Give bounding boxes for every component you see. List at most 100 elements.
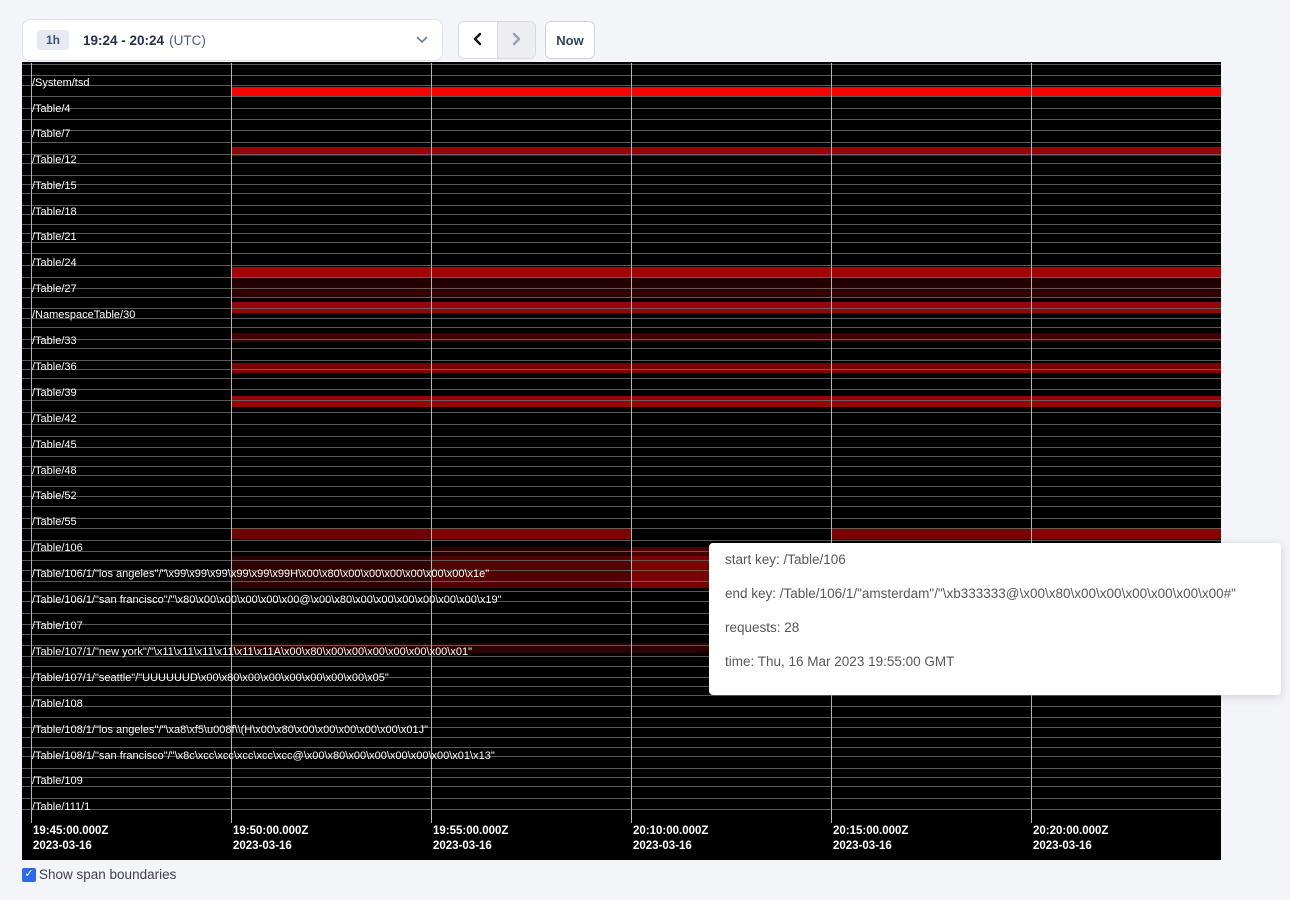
span-boundary-line — [22, 486, 1221, 487]
heatmap-band — [231, 277, 1221, 287]
span-boundary-line — [22, 475, 1221, 476]
heatmap-row-label: /Table/39 — [32, 387, 77, 400]
span-boundary-line — [22, 436, 1221, 437]
show-span-boundaries-label: Show span boundaries — [39, 867, 176, 882]
key-visualizer-canvas[interactable]: /System/tsd/Table/4/Table/7/Table/12/Tab… — [22, 62, 1221, 860]
time-gridline — [831, 63, 832, 823]
span-boundary-line — [22, 288, 1221, 289]
span-boundary-line — [22, 119, 1221, 120]
span-boundary-line — [22, 142, 1221, 143]
time-range-duration-badge: 1h — [37, 30, 69, 50]
show-span-boundaries-row: ✓ Show span boundaries — [22, 867, 176, 882]
span-boundary-line — [22, 777, 1221, 778]
x-axis-date: 2023-03-16 — [433, 839, 508, 854]
x-axis-label: 19:45:00.000Z2023-03-16 — [33, 824, 108, 854]
tooltip-requests: requests: 28 — [725, 611, 1265, 645]
span-boundary-line — [22, 456, 1221, 457]
heatmap-row-label: /System/tsd — [32, 77, 89, 90]
x-axis-label: 20:15:00.000Z2023-03-16 — [833, 824, 908, 854]
heatmap-row-label: /Table/21 — [32, 231, 77, 244]
heatmap-row-label: /Table/18 — [32, 206, 77, 219]
heatmap-row-label: /Table/108/1/"los angeles"/"\xa8\xf5\u00… — [32, 724, 428, 737]
heatmap-band — [1031, 528, 1221, 539]
heatmap-row-label: /Table/107/1/"seattle"/"UUUUUUD\x00\x80\… — [32, 672, 389, 685]
heatmap-row-label: /Table/33 — [32, 335, 77, 348]
span-boundary-line — [22, 424, 1221, 425]
span-boundary-line — [22, 224, 1221, 225]
span-boundary-line — [22, 389, 1221, 390]
span-boundary-line — [22, 308, 1221, 309]
heatmap-row-label: /Table/52 — [32, 490, 77, 503]
next-window-button[interactable] — [497, 22, 536, 58]
span-boundary-line — [22, 447, 1221, 448]
span-boundary-line — [22, 96, 1221, 97]
span-boundary-line — [22, 528, 1221, 529]
span-boundary-line — [22, 747, 1221, 748]
span-boundary-line — [22, 277, 1221, 278]
span-boundary-line — [22, 214, 1221, 215]
heatmap-row-label: /Table/7 — [32, 128, 71, 141]
x-axis-time: 20:15:00.000Z — [833, 824, 908, 839]
span-boundary-line — [22, 154, 1221, 155]
span-boundary-line — [22, 184, 1221, 185]
heatmap-row-label: /Table/107/1/"new york"/"\x11\x11\x11\x1… — [32, 646, 472, 659]
span-boundary-line — [22, 175, 1221, 176]
heatmap-row-label: /Table/24 — [32, 257, 77, 270]
heatmap-row-label: /Table/48 — [32, 465, 77, 478]
now-button[interactable]: Now — [545, 21, 595, 59]
span-boundary-line — [22, 518, 1221, 519]
time-gridline — [631, 63, 632, 823]
heatmap-row-label: /NamespaceTable/30 — [32, 309, 135, 322]
heatmap-row-label: /Table/109 — [32, 775, 83, 788]
span-boundary-line — [22, 540, 1221, 541]
span-boundary-line — [22, 130, 1221, 131]
span-boundary-line — [22, 786, 1221, 787]
time-window-nav — [458, 21, 536, 59]
x-axis-time: 20:10:00.000Z — [633, 824, 708, 839]
x-axis-label: 19:55:00.000Z2023-03-16 — [433, 824, 508, 854]
span-boundary-line — [22, 327, 1221, 328]
heatmap-row-label: /Table/106 — [32, 542, 83, 555]
x-axis-date: 2023-03-16 — [33, 839, 108, 854]
span-boundary-line — [22, 339, 1221, 340]
span-boundary-line — [22, 242, 1221, 243]
x-axis-date: 2023-03-16 — [1033, 839, 1108, 854]
checkmark-icon: ✓ — [24, 869, 33, 880]
heatmap-row-label: /Table/55 — [32, 516, 77, 529]
span-boundary-line — [22, 85, 1221, 86]
heatmap-band — [231, 396, 1221, 407]
heatmap-band — [231, 528, 431, 539]
span-boundary-line — [22, 706, 1221, 707]
time-range-selector[interactable]: 1h 19:24 - 20:24 (UTC) — [22, 19, 443, 61]
heatmap-row-label: /Table/15 — [32, 180, 77, 193]
span-boundary-line — [22, 695, 1221, 696]
span-boundary-line — [22, 64, 1221, 65]
x-axis-time: 20:20:00.000Z — [1033, 824, 1108, 839]
heatmap-band — [231, 87, 1221, 96]
span-boundary-line — [22, 75, 1221, 76]
heatmap-band — [231, 363, 1221, 373]
span-boundary-line — [22, 466, 1221, 467]
heatmap-row-label: /Table/36 — [32, 361, 77, 374]
chevron-right-icon — [510, 32, 523, 49]
span-boundary-line — [22, 205, 1221, 206]
tooltip-time: time: Thu, 16 Mar 2023 19:55:00 GMT — [725, 645, 1265, 679]
previous-window-button[interactable] — [459, 22, 497, 58]
span-boundary-line — [22, 768, 1221, 769]
span-boundary-line — [22, 233, 1221, 234]
span-boundary-line — [22, 369, 1221, 370]
tooltip-end-key: end key: /Table/106/1/"amsterdam"/"\xb33… — [725, 577, 1265, 611]
span-boundary-line — [22, 496, 1221, 497]
time-gridline — [1031, 63, 1032, 823]
span-boundary-line — [22, 378, 1221, 379]
chevron-down-icon — [416, 36, 428, 44]
time-range-timezone: (UTC) — [169, 33, 206, 48]
span-boundary-line — [22, 348, 1221, 349]
x-axis-date: 2023-03-16 — [833, 839, 908, 854]
show-span-boundaries-checkbox[interactable]: ✓ — [22, 868, 36, 882]
span-boundary-line — [22, 412, 1221, 413]
heatmap-band — [231, 267, 1221, 277]
x-axis-label: 19:50:00.000Z2023-03-16 — [233, 824, 308, 854]
time-range-label: 19:24 - 20:24 — [83, 33, 164, 48]
heatmap-row-label: /Table/111/1 — [32, 801, 90, 814]
